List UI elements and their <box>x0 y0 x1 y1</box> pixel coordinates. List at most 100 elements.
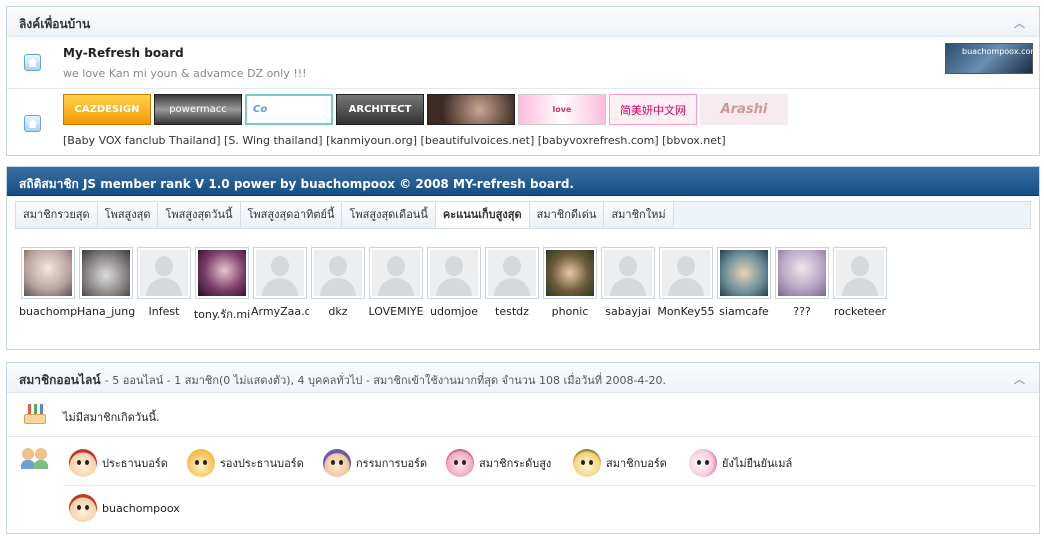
online-members-title: สมาชิกออนไลน์ <box>19 373 101 387</box>
banner-co[interactable]: Co <box>245 94 333 125</box>
friend-site-row: My-Refresh board we love Kan mi youn & a… <box>7 37 1039 89</box>
online-stats: - 5 ออนไลน์ - 1 สมาชิก(0 ไม่แสดงตัว), 4 … <box>104 374 666 387</box>
banner-powermacc[interactable]: powermacc <box>154 94 242 125</box>
collapse-icon[interactable]: ︿ <box>1014 15 1025 31</box>
member-name[interactable]: siamcafe <box>715 305 773 318</box>
admin-mascot-icon <box>69 449 97 477</box>
member-name[interactable]: tony.รัก.mi <box>193 305 251 323</box>
friend-site-banner[interactable]: buachompoox.com <box>945 43 1038 74</box>
online-members-header: สมาชิกออนไลน์ - 5 ออนไลน์ - 1 สมาชิก(0 ไ… <box>7 363 1039 393</box>
member-mascot-icon <box>573 449 601 477</box>
member-name[interactable]: MonKey55 <box>657 305 715 318</box>
banner-love[interactable]: love <box>518 94 606 125</box>
collapse-icon[interactable]: ︿ <box>1014 371 1025 387</box>
tab-top-posts-week[interactable]: โพสสูงสุดอาทิตย์นี้ <box>240 202 343 228</box>
member-card[interactable]: rocketeer <box>831 247 889 318</box>
tab-top-posts-today[interactable]: โพสสูงสุดวันนี้ <box>158 202 241 228</box>
member-card[interactable]: dkz <box>309 247 367 318</box>
member-card[interactable]: MonKey55 <box>657 247 715 318</box>
online-members-panel: สมาชิกออนไลน์ - 5 ออนไลน์ - 1 สมาชิก(0 ไ… <box>6 362 1040 534</box>
avatar[interactable] <box>427 247 481 299</box>
banner-photo[interactable] <box>427 94 515 125</box>
avatar[interactable] <box>717 247 771 299</box>
legend-moderator: กรรมการบอร์ด <box>323 449 427 477</box>
tab-top-points[interactable]: คะแนนเก็บสูงสุด <box>435 202 530 228</box>
member-card[interactable]: ??? <box>773 247 831 318</box>
tab-top-posts[interactable]: โพสสูงสุด <box>97 202 159 228</box>
avatar[interactable] <box>253 247 307 299</box>
member-card[interactable]: buachompoox <box>19 247 77 318</box>
member-card[interactable]: sabayjai <box>599 247 657 318</box>
birthday-row: ไม่มีสมาชิกเกิดวันนี้. <box>7 393 1039 437</box>
moderator-mascot-icon <box>323 449 351 477</box>
member-card[interactable]: phonic <box>541 247 599 318</box>
member-card[interactable]: ArmyZaa.c <box>251 247 309 318</box>
legend-member: สมาชิกบอร์ด <box>573 449 667 477</box>
banner-cazdesign[interactable]: CAZDESIGN <box>63 94 151 125</box>
legend-unverified: ยังไม่ยืนยันเมล์ <box>689 449 792 477</box>
birthday-text: ไม่มีสมาชิกเกิดวันนี้. <box>63 411 160 424</box>
legend-senior-member: สมาชิกระดับสูง <box>446 449 551 477</box>
avatar[interactable] <box>485 247 539 299</box>
avatar[interactable] <box>311 247 365 299</box>
friend-links-panel: ลิงค์เพื่อนบ้าน ︿ My-Refresh board we lo… <box>6 6 1040 156</box>
banner-architect[interactable]: ARCHITECT <box>336 94 424 125</box>
avatar[interactable] <box>79 247 133 299</box>
avatar[interactable] <box>543 247 597 299</box>
avatar[interactable] <box>601 247 655 299</box>
online-user[interactable]: buachompoox <box>69 494 180 522</box>
avatar[interactable] <box>369 247 423 299</box>
member-card[interactable]: udomjoe <box>425 247 483 318</box>
friend-banners-row: CAZDESIGN powermacc Co ARCHITECT love 简美… <box>7 89 1039 155</box>
avatar[interactable] <box>833 247 887 299</box>
super-mod-mascot-icon <box>187 449 215 477</box>
users-icon <box>21 447 49 469</box>
friend-text-links[interactable]: [Baby VOX fanclub Thailand] [S. Wing tha… <box>63 134 726 147</box>
banner-chinese-site[interactable]: 简美妍中文网 <box>609 94 697 125</box>
tab-new-members[interactable]: สมาชิกใหม่ <box>604 202 674 228</box>
avatar[interactable] <box>195 247 249 299</box>
admin-mascot-icon <box>69 494 97 522</box>
member-card[interactable]: LOVEMIYE <box>367 247 425 318</box>
member-name[interactable]: rocketeer <box>831 305 889 318</box>
member-card[interactable]: tony.รัก.mi <box>193 247 251 323</box>
member-card[interactable]: Infest <box>135 247 193 318</box>
birthday-cake-icon <box>22 402 48 426</box>
member-rank-header: สถิติสมาชิก JS member rank V 1.0 power b… <box>7 167 1039 196</box>
home-icon <box>24 54 41 71</box>
banner-arashi[interactable]: Arashi <box>700 94 788 125</box>
rank-tabs: สมาชิกรวยสุด โพสสูงสุด โพสสูงสุดวันนี้ โ… <box>15 201 1031 229</box>
avatar[interactable] <box>659 247 713 299</box>
member-name[interactable]: Infest <box>135 305 193 318</box>
member-rank-title: สถิติสมาชิก JS member rank V 1.0 power b… <box>19 177 574 191</box>
member-name[interactable]: phonic <box>541 305 599 318</box>
avatar[interactable] <box>775 247 829 299</box>
member-card[interactable]: testdz <box>483 247 541 318</box>
legend-super-mod: รองประธานบอร์ด <box>187 449 304 477</box>
member-name[interactable]: LOVEMIYE <box>367 305 425 318</box>
member-card[interactable]: siamcafe <box>715 247 773 318</box>
avatar[interactable] <box>137 247 191 299</box>
avatar[interactable] <box>21 247 75 299</box>
online-users-row: buachompoox <box>63 485 1035 529</box>
member-name[interactable]: buachompoox <box>19 305 77 318</box>
member-rank-panel: สถิติสมาชิก JS member rank V 1.0 power b… <box>6 166 1040 350</box>
tab-top-members[interactable]: สมาชิกดีเด่น <box>529 202 605 228</box>
friend-site-name[interactable]: My-Refresh board <box>63 46 184 60</box>
member-name[interactable]: ArmyZaa.c <box>251 305 309 318</box>
tab-richest[interactable]: สมาชิกรวยสุด <box>16 202 98 228</box>
friend-links-title: ลิงค์เพื่อนบ้าน <box>19 17 91 31</box>
member-name[interactable]: dkz <box>309 305 367 318</box>
member-name[interactable]: udomjoe <box>425 305 483 318</box>
legend-admin: ประธานบอร์ด <box>69 449 168 477</box>
member-name[interactable]: testdz <box>483 305 541 318</box>
member-name[interactable]: Hana_jung <box>77 305 135 318</box>
member-group-legend: ประธานบอร์ด รองประธานบอร์ด กรรมการบอร์ด … <box>7 437 1039 485</box>
online-user-name[interactable]: buachompoox <box>102 502 180 515</box>
friend-links-header: ลิงค์เพื่อนบ้าน ︿ <box>7 7 1039 37</box>
friend-site-desc: we love Kan mi youn & advamce DZ only !!… <box>63 67 307 80</box>
member-name[interactable]: ??? <box>773 305 831 318</box>
member-name[interactable]: sabayjai <box>599 305 657 318</box>
tab-top-posts-month[interactable]: โพสสูงสุดเดือนนี้ <box>342 202 436 228</box>
member-card[interactable]: Hana_jung <box>77 247 135 318</box>
